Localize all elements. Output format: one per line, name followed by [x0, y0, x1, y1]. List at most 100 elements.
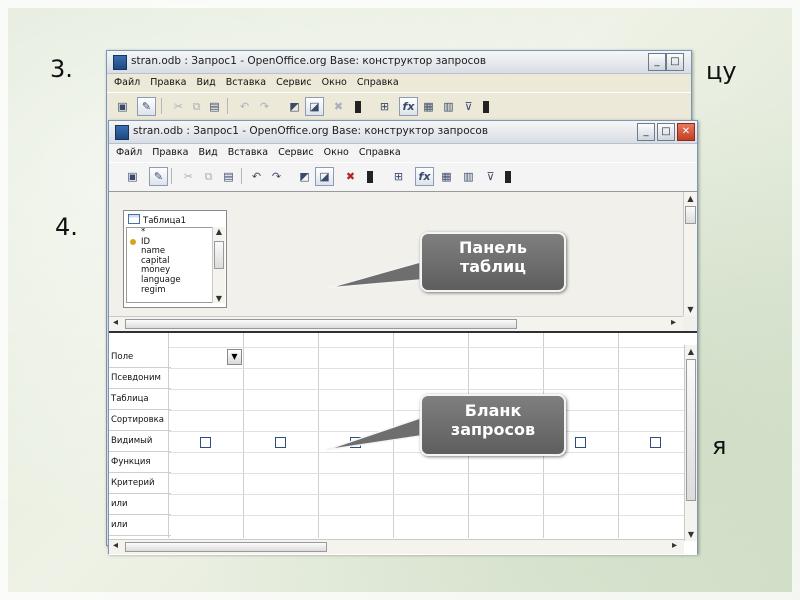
redo-icon[interactable]: ↷: [267, 167, 286, 186]
save-icon[interactable]: ▣: [123, 167, 142, 186]
delete-table-icon[interactable]: ✖: [341, 167, 360, 186]
back-menu-edit[interactable]: Правка: [150, 77, 186, 88]
add-table-icon[interactable]: ⊞: [375, 97, 394, 116]
scroll-down-icon[interactable]: ▼: [685, 530, 697, 539]
field-list-scrollbar[interactable]: ▲ ▼: [212, 227, 225, 303]
visible-checkbox[interactable]: [650, 437, 661, 448]
field-list: * ID name capital money language regim: [126, 227, 214, 303]
field-item-label: ID: [141, 236, 151, 247]
back-menu-tools[interactable]: Сервис: [276, 77, 312, 88]
back-minimize-button[interactable]: _: [648, 53, 666, 71]
alias-icon[interactable]: ▥: [459, 167, 478, 186]
paste-icon[interactable]: ▤: [219, 167, 238, 186]
maximize-button[interactable]: □: [657, 123, 675, 141]
visible-checkbox[interactable]: [200, 437, 211, 448]
visible-checkbox[interactable]: [275, 437, 286, 448]
scroll-thumb[interactable]: [214, 241, 224, 269]
back-window-titlebar[interactable]: stran.odb : Запрос1 - OpenOffice.org Bas…: [107, 51, 691, 74]
menu-window[interactable]: Окно: [324, 147, 349, 158]
grid-divider: [169, 515, 684, 516]
menu-file[interactable]: Файл: [116, 147, 142, 158]
field-item[interactable]: *: [127, 228, 213, 238]
table-window-tablica1[interactable]: Таблица1 * ID name capital money languag…: [123, 210, 227, 308]
table-name-icon[interactable]: ▦: [437, 167, 456, 186]
minimize-button[interactable]: _: [637, 123, 655, 141]
back-maximize-button[interactable]: □: [666, 53, 684, 71]
scroll-thumb[interactable]: [125, 319, 517, 329]
edit-icon[interactable]: ✎: [137, 97, 156, 116]
visible-checkbox[interactable]: [350, 437, 361, 448]
back-menu-file[interactable]: Файл: [114, 77, 140, 88]
scroll-down-icon[interactable]: ▼: [684, 305, 697, 314]
design-view-icon[interactable]: ◩: [285, 97, 304, 116]
field-item[interactable]: capital: [127, 256, 213, 267]
scroll-left-icon[interactable]: ◂: [113, 317, 118, 328]
field-dropdown-button[interactable]: ▼: [227, 349, 242, 365]
edit-icon[interactable]: ✎: [149, 167, 168, 186]
table-name-icon[interactable]: ▦: [419, 97, 438, 116]
back-menu-view[interactable]: Вид: [196, 77, 215, 88]
scroll-thumb[interactable]: [685, 206, 696, 224]
delete-table-icon[interactable]: ✖: [329, 97, 348, 116]
toolbar-overflow-icon[interactable]: [367, 171, 373, 183]
function-icon[interactable]: fx: [415, 167, 434, 186]
grid-hscroll[interactable]: ◂ ▸: [109, 539, 684, 554]
callout-line: Бланк: [464, 401, 522, 420]
undo-icon[interactable]: ↶: [235, 97, 254, 116]
function-icon[interactable]: fx: [399, 97, 418, 116]
sql-view-icon[interactable]: ◪: [315, 167, 334, 186]
tables-pane-hscroll[interactable]: ◂ ▸: [109, 316, 683, 331]
toolbar-separator: [171, 168, 172, 184]
visible-checkbox[interactable]: [575, 437, 586, 448]
cut-icon[interactable]: ✂: [179, 167, 198, 186]
grid-row-label: Видимый: [109, 431, 171, 452]
scroll-up-icon[interactable]: ▲: [684, 194, 697, 203]
redo-icon[interactable]: ↷: [255, 97, 274, 116]
close-button[interactable]: ✕: [677, 123, 695, 141]
tables-pane: Таблица1 * ID name capital money languag…: [109, 191, 697, 332]
alias-icon[interactable]: ▥: [439, 97, 458, 116]
save-icon[interactable]: ▣: [113, 97, 132, 116]
back-menu-help[interactable]: Справка: [357, 77, 399, 88]
scroll-up-icon[interactable]: ▲: [685, 347, 697, 356]
back-menu-insert[interactable]: Вставка: [226, 77, 266, 88]
front-window-titlebar[interactable]: stran.odb : Запрос1 - OpenOffice.org Bas…: [109, 121, 697, 144]
menu-insert[interactable]: Вставка: [228, 147, 268, 158]
copy-icon[interactable]: ⧉: [199, 167, 218, 186]
design-view-icon[interactable]: ◩: [295, 167, 314, 186]
grid-vscroll[interactable]: ▲ ▼: [684, 345, 697, 541]
grid-body: Поле Псевдоним Таблица Сортировка Видимы…: [109, 333, 684, 538]
undo-icon[interactable]: ↶: [247, 167, 266, 186]
tables-pane-vscroll[interactable]: ▲ ▼: [683, 192, 697, 316]
filter-icon[interactable]: ⊽: [481, 167, 500, 186]
scroll-right-icon[interactable]: ▸: [672, 540, 677, 551]
menu-tools[interactable]: Сервис: [278, 147, 314, 158]
scroll-thumb[interactable]: [686, 359, 696, 501]
filter-icon[interactable]: ⊽: [459, 97, 478, 116]
tables-panel-callout: Панель таблиц: [420, 232, 566, 292]
grid-divider: [618, 333, 619, 538]
scroll-right-icon[interactable]: ▸: [671, 317, 676, 328]
field-item[interactable]: ID: [127, 236, 213, 248]
cut-icon[interactable]: ✂: [169, 97, 188, 116]
copy-icon[interactable]: ⧉: [187, 97, 206, 116]
scroll-down-icon[interactable]: ▼: [213, 294, 225, 303]
front-window: stran.odb : Запрос1 - OpenOffice.org Bas…: [108, 120, 698, 555]
scroll-thumb[interactable]: [125, 542, 327, 552]
menu-help[interactable]: Справка: [359, 147, 401, 158]
menu-edit[interactable]: Правка: [152, 147, 188, 158]
toolbar-overflow-icon[interactable]: [505, 171, 511, 183]
back-menu-window[interactable]: Окно: [322, 77, 347, 88]
scroll-left-icon[interactable]: ◂: [113, 540, 118, 551]
paste-icon[interactable]: ▤: [205, 97, 224, 116]
add-table-icon[interactable]: ⊞: [389, 167, 408, 186]
field-item[interactable]: regim: [127, 285, 213, 296]
toolbar-overflow-icon[interactable]: [483, 101, 489, 113]
grid-row-label: Критерий: [109, 473, 171, 494]
menu-view[interactable]: Вид: [198, 147, 217, 158]
field-item[interactable]: name: [127, 247, 213, 257]
sql-view-icon[interactable]: ◪: [305, 97, 324, 116]
toolbar-overflow-icon[interactable]: [355, 101, 361, 113]
scroll-up-icon[interactable]: ▲: [213, 227, 225, 236]
field-item[interactable]: language: [127, 275, 213, 286]
